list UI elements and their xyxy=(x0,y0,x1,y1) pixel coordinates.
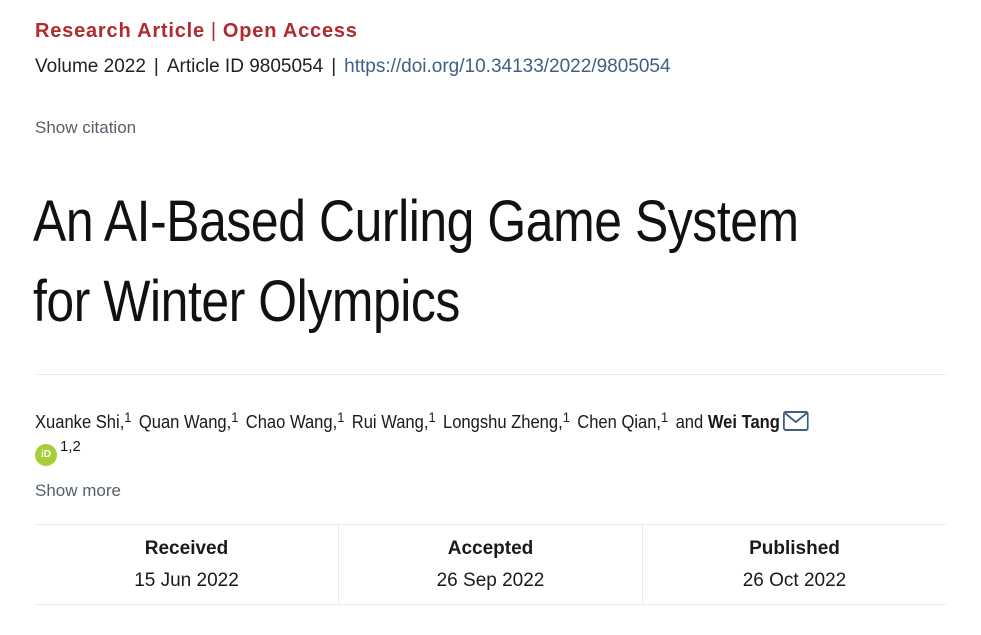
received-date: 15 Jun 2022 xyxy=(134,570,239,591)
author-list: Xuanke Shi,1 Quan Wang,1 Chao Wang,1 Rui… xyxy=(35,402,873,440)
author-name[interactable]: Chen Qian, xyxy=(577,412,661,432)
open-access-label: Open Access xyxy=(222,20,358,42)
author-affiliation: 1 xyxy=(337,409,345,425)
author-affiliation: 1 xyxy=(428,409,436,425)
title-line-2: for Winter Olympics xyxy=(33,269,460,334)
author-name[interactable]: Longshu Zheng, xyxy=(443,412,563,432)
author-name[interactable]: Rui Wang, xyxy=(352,412,429,432)
corresponding-author-affiliation: 1,2 xyxy=(60,438,81,455)
orcid-icon[interactable]: iD xyxy=(35,444,57,466)
show-more-button[interactable]: Show more xyxy=(35,481,121,501)
meta-separator: | xyxy=(331,56,337,77)
article-type-label: Research Article xyxy=(35,20,205,42)
volume-label: Volume 2022 xyxy=(35,56,146,77)
show-citation-button[interactable]: Show citation xyxy=(35,118,136,138)
meta-separator: | xyxy=(153,56,159,77)
received-label: Received xyxy=(144,538,229,559)
author-name[interactable]: Quan Wang, xyxy=(139,412,231,432)
orcid-line: iD 1,2 xyxy=(35,436,81,466)
author-affiliation: 1 xyxy=(231,409,239,425)
author-name[interactable]: Chao Wang, xyxy=(246,412,337,432)
dates-table: Received 15 Jun 2022 Accepted 26 Sep 202… xyxy=(35,524,946,605)
title-line-1: An AI-Based Curling Game System xyxy=(33,189,799,254)
article-meta-line: Volume 2022 | Article ID 9805054 | https://d… xyxy=(35,56,671,78)
author-affiliation: 1 xyxy=(661,409,669,425)
article-id-label: Article ID 9805054 xyxy=(166,56,324,77)
author-affiliation: 1 xyxy=(562,409,570,425)
received-cell: Received 15 Jun 2022 xyxy=(35,525,338,604)
and-text: and xyxy=(675,412,704,432)
doi-link[interactable]: https://doi.org/10.34133/2022/9805054 xyxy=(344,56,670,77)
article-header: Research Article | Open Access Volume 2022… xyxy=(0,0,981,635)
accepted-label: Accepted xyxy=(447,538,534,559)
author-affiliation: 1 xyxy=(124,409,132,425)
accepted-cell: Accepted 26 Sep 2022 xyxy=(338,525,642,604)
published-label: Published xyxy=(749,538,840,559)
article-type-line: Research Article | Open Access xyxy=(35,20,358,43)
published-date: 26 Oct 2022 xyxy=(742,570,847,591)
mail-icon[interactable] xyxy=(782,410,809,440)
article-title: An AI-Based Curling Game System for Wint… xyxy=(33,182,824,342)
article-type-separator: | xyxy=(210,20,217,42)
author-name[interactable]: Xuanke Shi, xyxy=(35,412,124,432)
divider xyxy=(35,374,946,375)
corresponding-author-name[interactable]: Wei Tang xyxy=(708,412,780,432)
published-cell: Published 26 Oct 2022 xyxy=(642,525,946,604)
accepted-date: 26 Sep 2022 xyxy=(436,570,545,591)
